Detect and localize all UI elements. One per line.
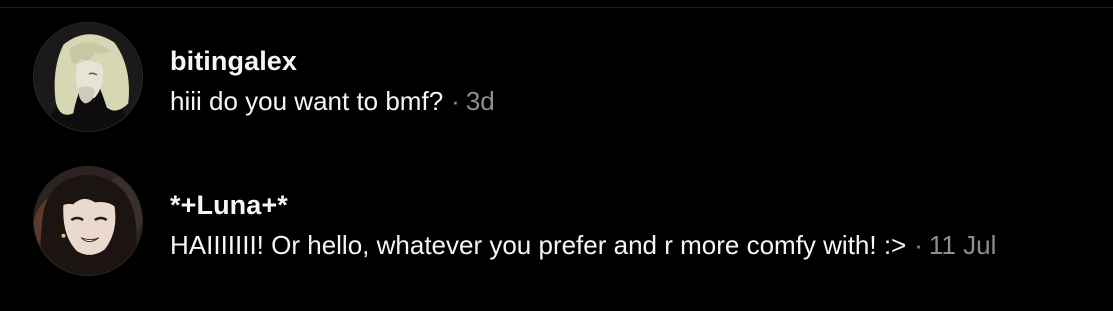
message-preview: HAIIIIIII! Or hello, whatever you prefer…: [170, 230, 996, 261]
message-timestamp: 11 Jul: [928, 230, 997, 260]
conversation-username: bitingalex: [170, 46, 298, 76]
conversation-item[interactable]: *+Luna+* HAIIIIIII! Or hello, whatever y…: [0, 166, 1113, 284]
avatar-dark-haired-character-icon: [34, 167, 142, 275]
message-text: HAIIIIIII! Or hello, whatever you prefer…: [170, 230, 907, 260]
conversation-item[interactable]: bitingalex hiii do you want to bmf? · 3d: [0, 22, 1113, 140]
avatar[interactable]: [33, 22, 143, 132]
avatar[interactable]: [33, 166, 143, 276]
separator-dot: ·: [914, 230, 923, 260]
message-preview: hiii do you want to bmf? · 3d: [170, 86, 495, 117]
avatar-blonde-character-icon: [34, 23, 142, 131]
top-divider: [0, 7, 1113, 8]
conversation-username: *+Luna+*: [170, 190, 288, 220]
message-text: hiii do you want to bmf?: [170, 86, 444, 116]
message-timestamp: 3d: [465, 86, 495, 116]
separator-dot: ·: [451, 86, 460, 116]
